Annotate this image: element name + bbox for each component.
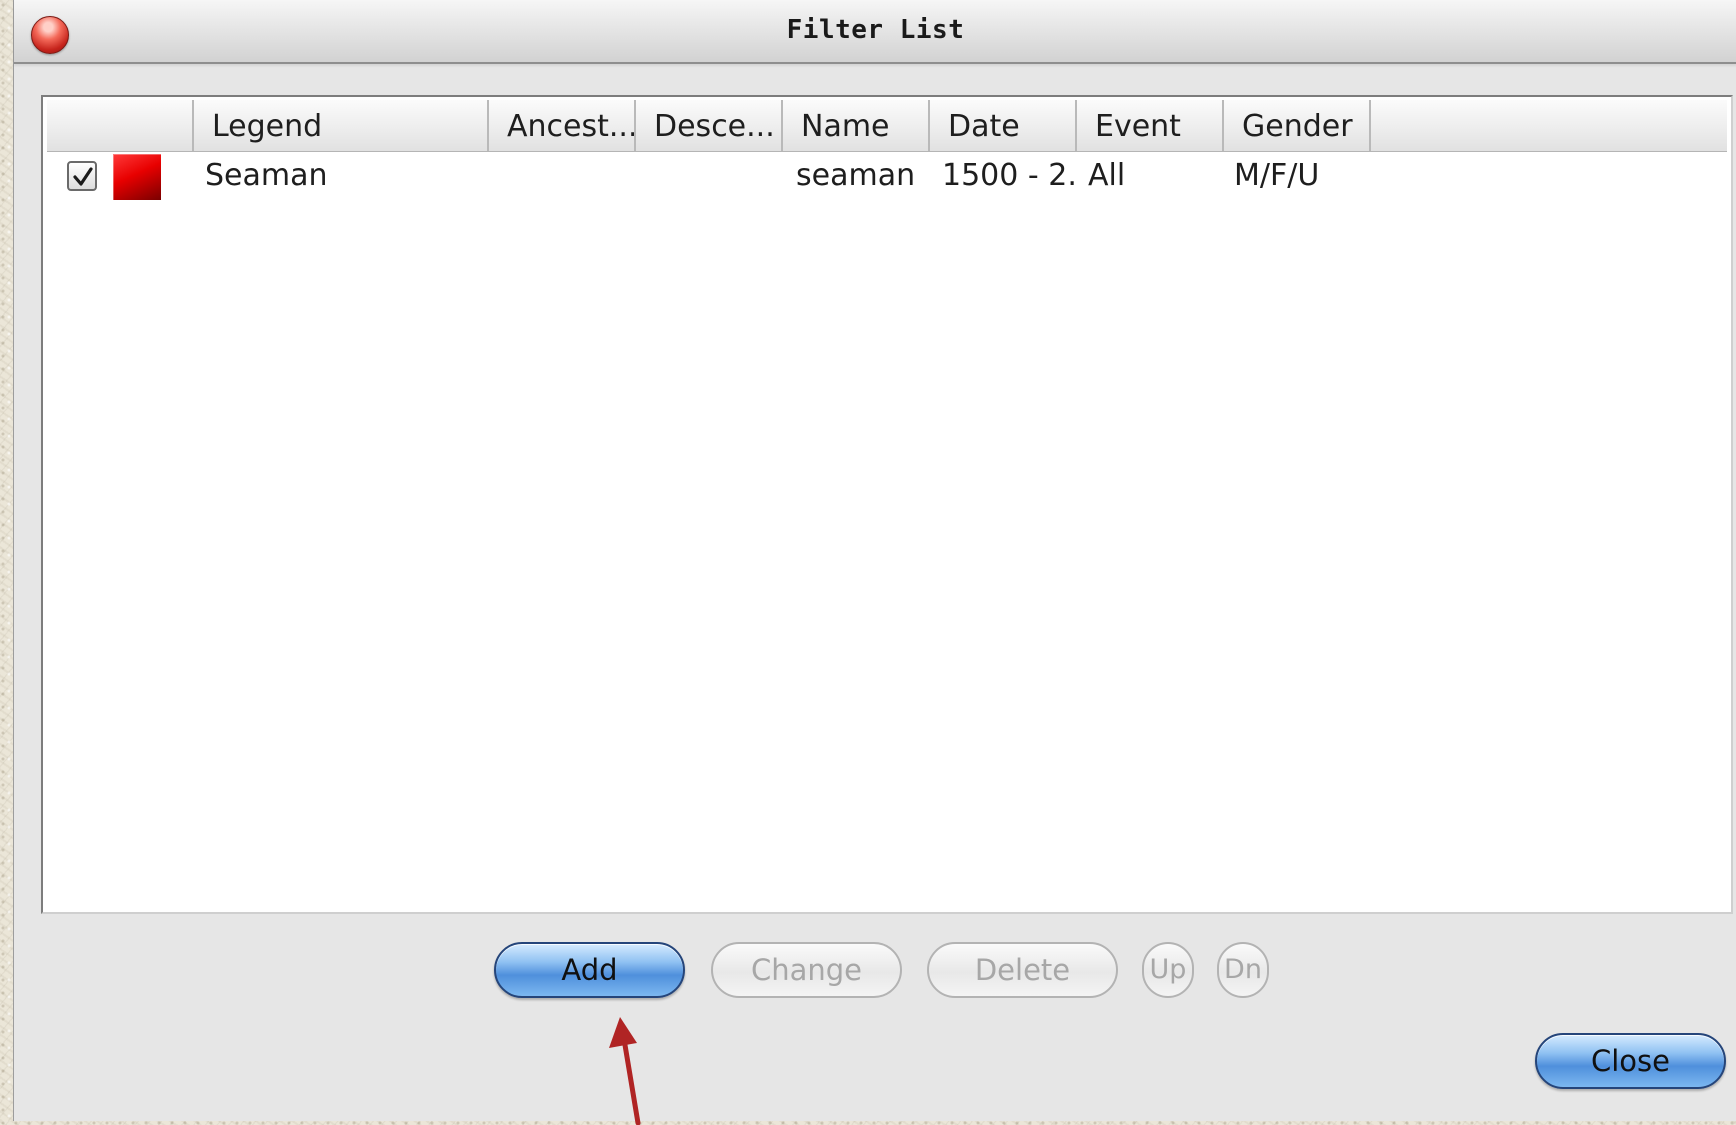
cell-gender: M/F/U	[1234, 158, 1320, 193]
checkmark-icon	[73, 167, 93, 186]
add-button[interactable]: Add	[494, 942, 685, 998]
row-enabled-checkbox[interactable]	[67, 161, 97, 191]
column-header-name[interactable]: Name	[783, 100, 930, 151]
column-header-date[interactable]: Date	[930, 100, 1077, 151]
close-button[interactable]: Close	[1535, 1033, 1726, 1089]
window-title: Filter List	[786, 15, 965, 45]
move-down-button[interactable]: Dn	[1217, 942, 1269, 998]
filter-table[interactable]: Legend Ancest... Desce... Name Date Even…	[41, 95, 1733, 914]
cell-legend: Seaman	[205, 158, 328, 193]
column-header-gender[interactable]: Gender	[1224, 100, 1371, 151]
column-header-descendants[interactable]: Desce...	[636, 100, 783, 151]
delete-button[interactable]: Delete	[927, 942, 1118, 998]
column-header-filler	[1371, 100, 1727, 151]
table-row[interactable]: Seaman seaman 1500 - 2... All M/F/U	[47, 151, 1727, 201]
column-header-legend[interactable]: Legend	[194, 100, 489, 151]
move-up-button[interactable]: Up	[1142, 942, 1194, 998]
column-header-check[interactable]	[47, 100, 194, 151]
annotation-arrow-icon	[609, 1017, 641, 1125]
change-button[interactable]: Change	[711, 942, 902, 998]
cell-date: 1500 - 2...	[942, 158, 1077, 193]
cell-ancestors	[507, 151, 637, 201]
title-bar: Filter List	[14, 0, 1736, 64]
cell-event: All	[1088, 158, 1126, 193]
column-header-ancestors[interactable]: Ancest...	[489, 100, 636, 151]
column-header-event[interactable]: Event	[1077, 100, 1224, 151]
table-header: Legend Ancest... Desce... Name Date Even…	[47, 100, 1727, 152]
legend-color-swatch[interactable]	[113, 154, 161, 200]
cell-name: seaman	[796, 158, 916, 193]
filter-list-window: Filter List Legend Ancest... Desce... Na…	[13, 0, 1736, 1121]
cell-descendants	[653, 151, 783, 201]
